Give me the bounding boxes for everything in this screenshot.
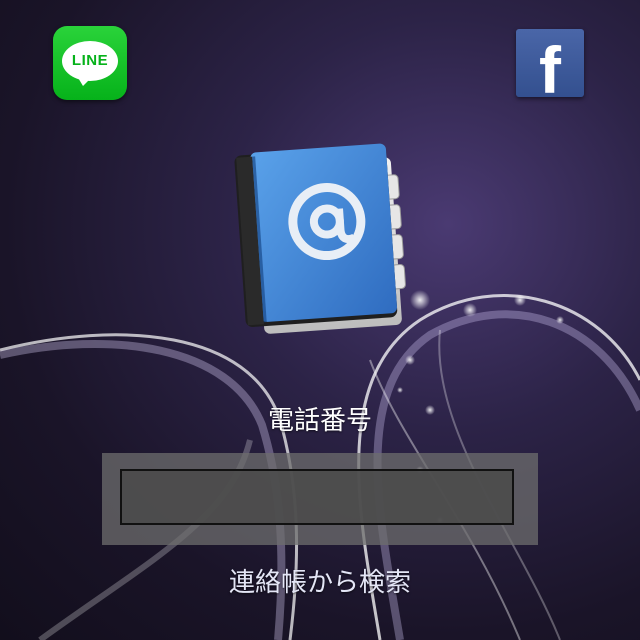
address-book-icon[interactable] bbox=[232, 140, 410, 336]
line-app-button[interactable]: LINE bbox=[53, 26, 127, 100]
line-app-label: LINE bbox=[71, 52, 109, 69]
facebook-app-button[interactable]: f bbox=[516, 29, 584, 97]
facebook-icon: f bbox=[539, 33, 561, 97]
phone-input-panel bbox=[102, 453, 538, 545]
phone-number-label: 電話番号 bbox=[267, 406, 372, 436]
phone-number-input[interactable] bbox=[120, 469, 514, 525]
search-contacts-link[interactable]: 連絡帳から検索 bbox=[170, 562, 470, 599]
line-bubble-tail bbox=[77, 76, 93, 86]
